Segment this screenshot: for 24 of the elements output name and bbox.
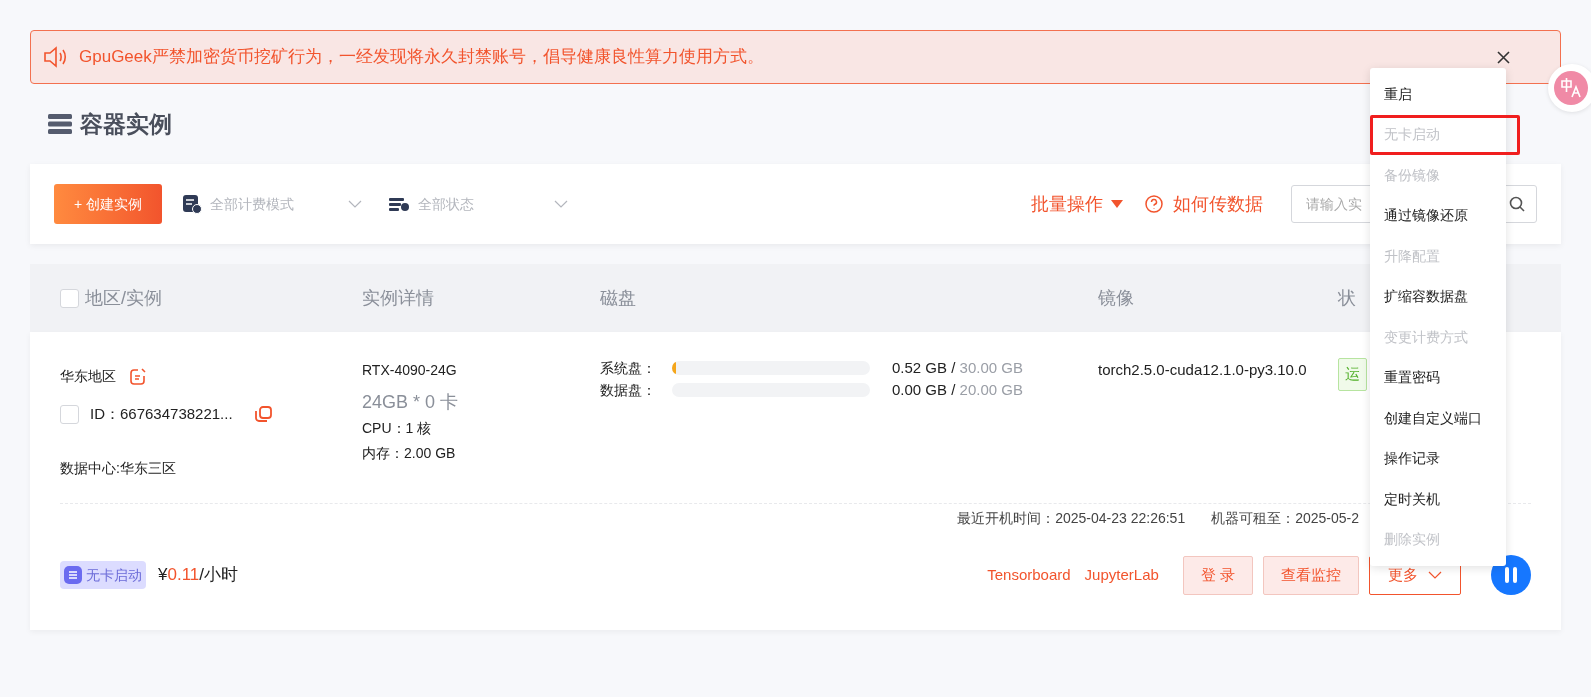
datacenter: 数据中心:华东三区 (60, 459, 177, 478)
hourly-price: ¥0.11/小时 (158, 564, 239, 587)
page-title: 容器实例 (80, 109, 172, 139)
image-name: torch2.5.0-cuda12.1.0-py3.10.0 (1098, 360, 1308, 380)
last-boot-time: 最近开机时间：2025-04-23 22:26:51 (957, 509, 1186, 528)
gpu-spec: 24GB * 0 卡 (362, 391, 460, 414)
notice-text: GpuGeek严禁加密货币挖矿行为，一经发现将永久封禁账号，倡导健康良性算力使用方式。 (79, 46, 764, 69)
region-name: 华东地区 (60, 366, 116, 386)
column-header: 实例详情 (362, 286, 434, 310)
memory-info: 内存：2.00 GB (362, 444, 457, 463)
column-header: 状 (1338, 286, 1356, 310)
disk-usage-text: 0.52 GB / 30.00 GB (892, 357, 1023, 378)
rent-until: 机器可租至：2025-05-2 (1211, 509, 1359, 528)
disk-label: 数据盘： (600, 380, 657, 400)
gpu-model: RTX-4090-24G (362, 361, 458, 380)
status-badge: 运 (1338, 358, 1367, 391)
instance-id: ID：667634738221... (90, 403, 233, 424)
column-header: 磁盘 (600, 286, 636, 310)
no-gpu-mode-badge: 无卡启动 (60, 561, 146, 589)
disk-label: 系统盘： (600, 358, 657, 378)
column-header: 地区/实例 (85, 286, 162, 310)
column-header: 镜像 (1098, 286, 1134, 310)
cpu-info: CPU：1 核 (362, 419, 433, 438)
disk-usage-text: 0.00 GB / 20.00 GB (892, 379, 1023, 400)
